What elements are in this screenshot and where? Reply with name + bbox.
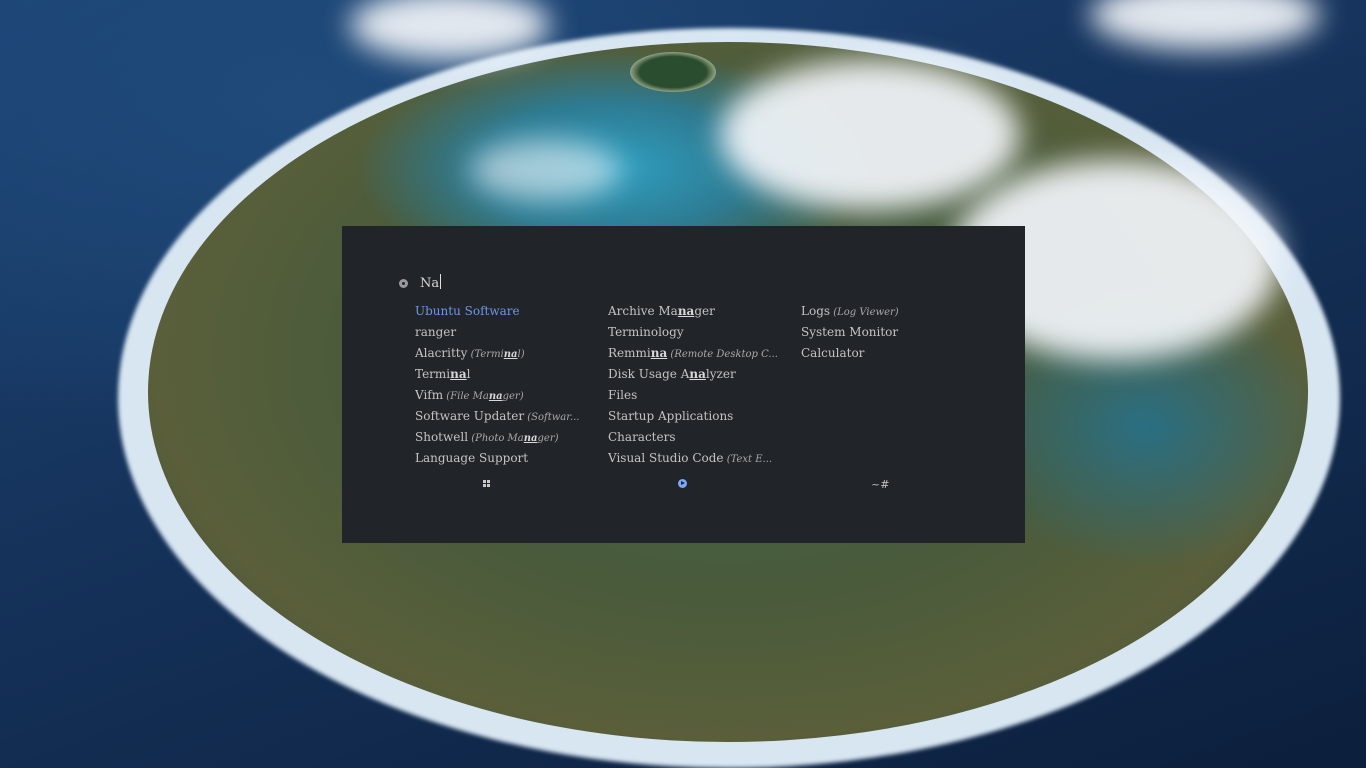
search-query: Na [420, 276, 440, 291]
result-name: Calculator [801, 346, 865, 360]
launcher-result-item[interactable]: Disk Usage Analyzer [608, 364, 798, 385]
launcher-result-item[interactable]: Vifm (File Manager) [415, 385, 605, 406]
result-name: Shotwell [415, 430, 469, 444]
result-match-highlight: na [523, 433, 538, 444]
result-name: Files [608, 388, 638, 402]
result-description: (Photo Manager) [468, 433, 559, 444]
result-name: System Monitor [801, 325, 899, 339]
search-input[interactable]: Na [420, 274, 442, 292]
result-name: ranger [415, 325, 457, 339]
result-description: (Terminal) [467, 349, 525, 360]
result-name: Archive Ma [608, 304, 678, 318]
window-switcher-icon [483, 480, 491, 488]
result-name: Remmi [608, 346, 651, 360]
cloud [1090, 0, 1320, 50]
run-icon [678, 479, 687, 488]
cloud [470, 140, 620, 200]
result-name: Visual Studio Code [608, 451, 724, 465]
result-name: ger [694, 304, 715, 318]
cloud [720, 60, 1020, 210]
launcher-result-item[interactable]: Terminology [608, 322, 798, 343]
mode-windows[interactable] [483, 478, 491, 491]
result-name: Alacritty [415, 346, 468, 360]
result-name: Vifm [415, 388, 444, 402]
result-match-highlight: na [650, 346, 668, 360]
result-name: Disk Usage A [608, 367, 690, 381]
result-name: lyzer [705, 367, 736, 381]
result-description: (Softwar... [524, 412, 580, 423]
launcher-result-item[interactable]: Startup Applications [608, 406, 798, 427]
result-description: (Remote Desktop C... [667, 349, 778, 360]
result-match-highlight: na [488, 391, 503, 402]
results-column-3: Logs (Log Viewer) System Monitor Calculato… [801, 301, 991, 364]
launcher-result-item[interactable]: Logs (Log Viewer) [801, 301, 991, 322]
result-name: Startup Applications [608, 409, 734, 423]
launcher-result-item[interactable]: ranger [415, 322, 605, 343]
result-name: Logs [801, 304, 831, 318]
launcher-result-item[interactable]: Ubuntu Software [415, 301, 605, 322]
launcher-result-item[interactable]: Archive Manager [608, 301, 798, 322]
result-name: l [466, 367, 471, 381]
result-match-highlight: na [503, 349, 518, 360]
ssh-mode-label: ~# [871, 478, 890, 491]
launcher-result-item[interactable]: Files [608, 385, 798, 406]
result-name: Language Support [415, 451, 529, 465]
result-match-highlight: na [450, 367, 467, 381]
launcher-result-item[interactable]: Calculator [801, 343, 991, 364]
results-column-1: Ubuntu Software ranger Alacritty (Terminal… [415, 301, 605, 469]
launcher-result-item[interactable]: System Monitor [801, 322, 991, 343]
result-match-highlight: na [677, 304, 695, 318]
result-description: (Log Viewer) [830, 307, 899, 318]
launcher-result-item[interactable]: Language Support [415, 448, 605, 469]
result-description: (File Manager) [443, 391, 524, 402]
launcher-result-item[interactable]: Terminal [415, 364, 605, 385]
small-islet [630, 52, 716, 92]
launcher-result-item[interactable]: Characters [608, 427, 798, 448]
results-column-2: Archive Manager Terminology Remmina (Remot… [608, 301, 798, 469]
mode-run[interactable] [678, 478, 687, 491]
launcher-result-item[interactable]: Alacritty (Terminal) [415, 343, 605, 364]
result-name: Terminology [608, 325, 684, 339]
launcher-result-item[interactable]: Software Updater (Softwar... [415, 406, 605, 427]
result-name: Ubuntu Software [415, 304, 520, 318]
prompt-icon [399, 279, 408, 288]
text-caret [440, 274, 442, 289]
launcher-result-item[interactable]: Remmina (Remote Desktop C... [608, 343, 798, 364]
result-description: (Text E... [723, 454, 773, 465]
mode-ssh[interactable]: ~# [871, 478, 889, 491]
launcher-result-item[interactable]: Shotwell (Photo Manager) [415, 427, 605, 448]
launcher-result-item[interactable]: Visual Studio Code (Text E... [608, 448, 798, 469]
result-name: Characters [608, 430, 676, 444]
result-name: Software Updater [415, 409, 525, 423]
result-match-highlight: na [689, 367, 706, 381]
result-name: Termi [415, 367, 451, 381]
